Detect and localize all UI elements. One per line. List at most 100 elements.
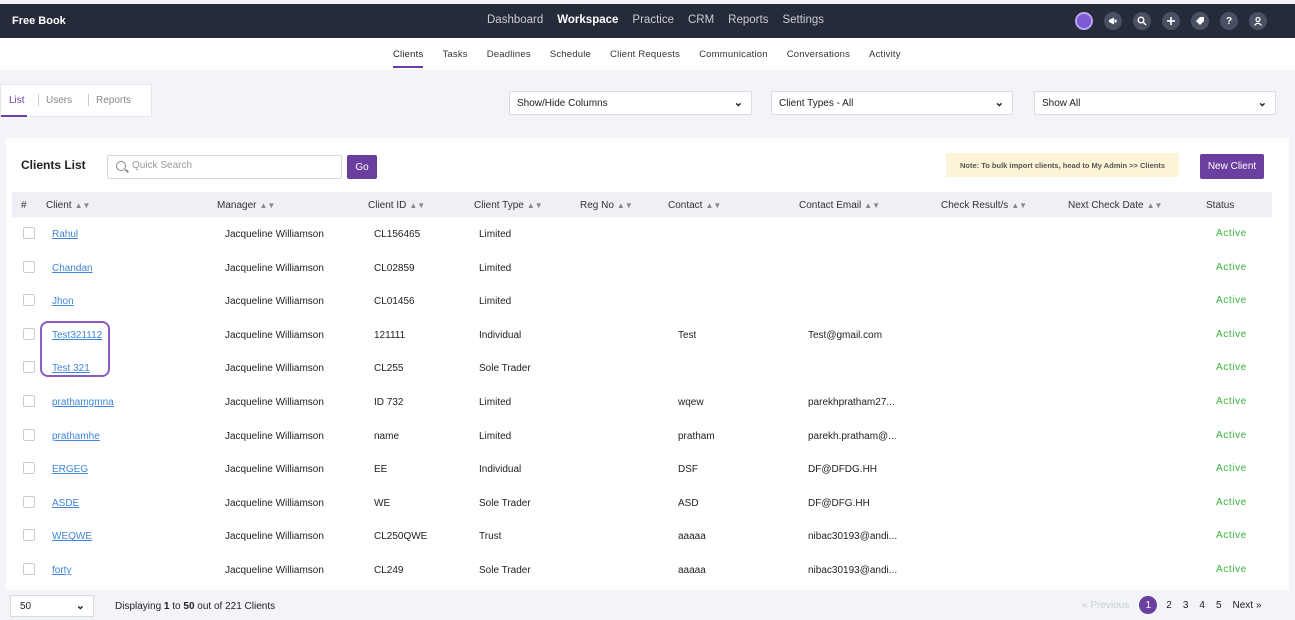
row-checkbox[interactable] [23,227,35,239]
sort-icon[interactable]: ▲▼ [864,201,880,210]
row-checkbox[interactable] [23,395,35,407]
row-checkbox[interactable] [23,294,35,307]
row-checkbox[interactable] [23,563,35,575]
sort-icon[interactable]: ▲▼ [1147,201,1163,210]
plus-icon[interactable] [1162,12,1180,30]
sort-icon[interactable]: ▲▼ [527,201,543,210]
col-client-type-label: Client Type [474,200,524,211]
subnav-schedule[interactable]: Schedule [550,49,591,68]
sort-icon[interactable]: ▲▼ [259,201,275,210]
contact-cell: Test [678,329,697,341]
subnav-deadlines[interactable]: Deadlines [487,49,531,68]
col-client[interactable]: Client ▲▼ [46,200,90,211]
sort-icon[interactable]: ▲▼ [1011,201,1027,210]
sort-icon[interactable]: ▲▼ [75,201,91,210]
col-contact-email-label: Contact Email [799,200,862,211]
help-icon[interactable]: ? [1220,12,1238,30]
page-size-select[interactable]: 50 ⌄ [10,595,94,617]
row-checkbox[interactable] [23,462,35,475]
client-type-cell: Limited [479,229,512,240]
show-hide-columns-select[interactable]: Show/Hide Columns ⌄ [509,91,752,115]
contact-email-cell: DF@DFG.HH [808,497,870,509]
page-5-button[interactable]: 5 [1216,600,1222,611]
row-checkbox[interactable] [23,529,35,542]
subnav-clients[interactable]: Clients [393,49,424,68]
previous-page-button[interactable]: « Previous [1082,600,1129,611]
col-contact-email[interactable]: Contact Email ▲▼ [799,200,880,211]
client-types-select[interactable]: Client Types - All ⌄ [771,91,1013,115]
client-name-link[interactable]: prathamhe [52,431,100,442]
manager-cell: Jacqueline Williamson [225,497,324,509]
subnav-communication[interactable]: Communication [699,49,768,68]
status-cell: Active [1216,396,1247,407]
col-client-label: Client [46,200,72,211]
nav-practice[interactable]: Practice [632,14,674,26]
client-name-link[interactable]: prathamgmna [52,397,114,408]
tag-icon[interactable] [1191,12,1209,30]
pagination: « Previous 1 2 3 4 5 Next » [1082,596,1261,614]
new-client-button[interactable]: New Client [1200,154,1264,179]
col-client-id[interactable]: Client ID ▲▼ [368,200,425,211]
nav-reports[interactable]: Reports [728,14,768,26]
quick-search[interactable] [107,155,342,179]
top-icons: ? [1075,12,1267,30]
col-client-type[interactable]: Client Type ▲▼ [474,200,543,211]
subnav-tasks[interactable]: Tasks [442,49,467,68]
show-all-select[interactable]: Show All ⌄ [1034,91,1276,115]
table-row: Rahul Jacqueline Williamson CL156465 Limite… [12,217,1272,251]
manager-cell: Jacqueline Williamson [225,363,324,375]
col-index: # [21,200,27,211]
subnav-client-requests[interactable]: Client Requests [610,49,680,68]
client-name-link[interactable]: Chandan [52,263,93,274]
tab-users[interactable]: Users [46,95,72,106]
client-name-link[interactable]: Rahul [52,229,78,240]
col-reg-no[interactable]: Reg No ▲▼ [580,200,633,211]
megaphone-icon[interactable] [1104,12,1122,30]
contact-cell: aaaaa [678,565,706,576]
col-contact[interactable]: Contact ▲▼ [668,200,721,211]
profile-icon[interactable] [1075,12,1093,30]
client-id-cell: CL255 [374,363,404,375]
nav-settings[interactable]: Settings [782,14,824,26]
client-id-cell: CL250QWE [374,531,428,543]
col-check-result[interactable]: Check Result/s ▲▼ [941,200,1027,211]
nav-workspace[interactable]: Workspace [557,14,618,26]
subnav-activity[interactable]: Activity [869,49,901,68]
sort-icon[interactable]: ▲▼ [705,201,721,210]
nav-dashboard[interactable]: Dashboard [487,14,543,26]
page-2-button[interactable]: 2 [1166,600,1172,611]
row-checkbox[interactable] [23,428,35,441]
manager-cell: Jacqueline Williamson [225,329,324,341]
row-checkbox[interactable] [23,495,35,508]
client-name-link[interactable]: ASDE [52,498,79,509]
row-checkbox[interactable] [23,260,35,273]
status-cell: Active [1216,530,1247,542]
go-button[interactable]: Go [347,155,377,179]
table-row: Jhon Jacqueline Williamson CL01456 Limited A… [12,284,1272,318]
search-icon[interactable] [1133,12,1151,30]
col-next-check-date[interactable]: Next Check Date ▲▼ [1068,200,1162,211]
page-1-button[interactable]: 1 [1139,596,1158,614]
client-name-link[interactable]: WEQWE [52,531,92,542]
quick-search-input[interactable] [132,160,332,171]
client-name-link[interactable]: ERGEG [52,464,88,475]
page-4-button[interactable]: 4 [1199,600,1205,611]
tab-list[interactable]: List [9,95,25,106]
col-manager[interactable]: Manager ▲▼ [217,200,275,211]
chevron-down-icon: ⌄ [1257,97,1267,109]
client-id-cell: EE [374,464,388,476]
page-3-button[interactable]: 3 [1183,600,1189,611]
nav-crm[interactable]: CRM [688,14,714,26]
tab-reports[interactable]: Reports [96,95,131,106]
row-checkbox[interactable] [23,327,35,340]
client-name-link[interactable]: Jhon [52,296,74,307]
sort-icon[interactable]: ▲▼ [617,201,633,210]
sort-icon[interactable]: ▲▼ [409,201,425,210]
user-icon[interactable] [1249,12,1267,30]
client-id-cell: name [374,430,400,442]
client-name-link[interactable]: forty [52,565,71,576]
subnav-conversations[interactable]: Conversations [787,49,850,68]
row-checkbox[interactable] [23,361,35,374]
app-title[interactable]: Free Book [12,15,66,27]
next-page-button[interactable]: Next » [1233,600,1262,611]
